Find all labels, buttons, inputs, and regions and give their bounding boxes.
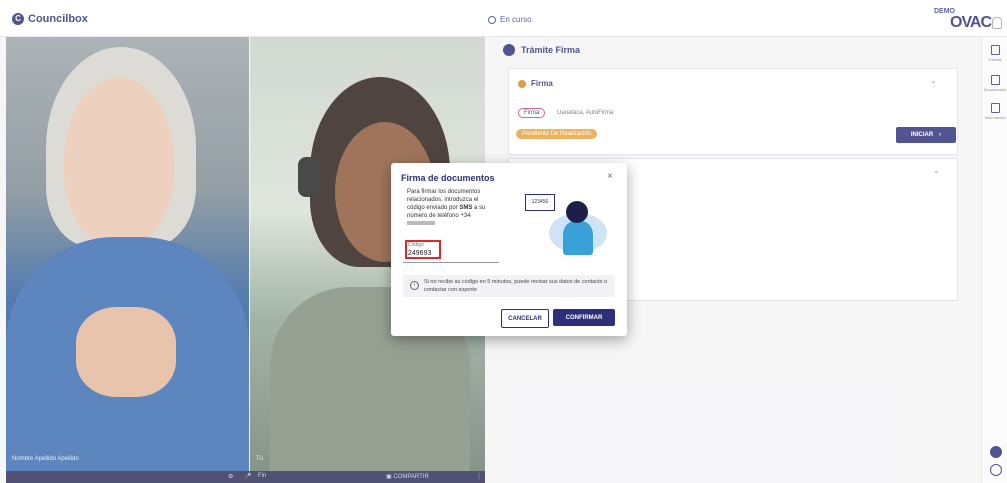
redacted-phone <box>407 221 435 226</box>
info-icon: i <box>410 281 419 290</box>
close-icon[interactable]: × <box>607 171 613 182</box>
cancel-button[interactable]: CANCELAR <box>501 309 549 328</box>
message-bubble: 123456 <box>525 194 555 211</box>
person-body <box>563 221 593 255</box>
sms-label: SMS <box>459 205 473 211</box>
code-field[interactable]: Código 249693 <box>403 240 499 263</box>
person-head <box>566 201 588 223</box>
dialog-instructions: Para firmar los documentos relacionados,… <box>407 188 497 228</box>
code-field-label: Código <box>408 242 424 248</box>
sign-documents-dialog: Firma de documentos × Para firmar los do… <box>391 163 627 336</box>
code-input[interactable]: 249693 <box>408 250 431 257</box>
confirm-button[interactable]: CONFIRMAR <box>553 309 615 326</box>
dialog-title: Firma de documentos <box>401 173 495 183</box>
sms-illustration: 123456 <box>511 191 611 261</box>
info-notice: i Si no recibe su código en 5 minutos, p… <box>403 275 615 297</box>
info-text: Si no recibe su código en 5 minutos, pue… <box>424 279 608 293</box>
